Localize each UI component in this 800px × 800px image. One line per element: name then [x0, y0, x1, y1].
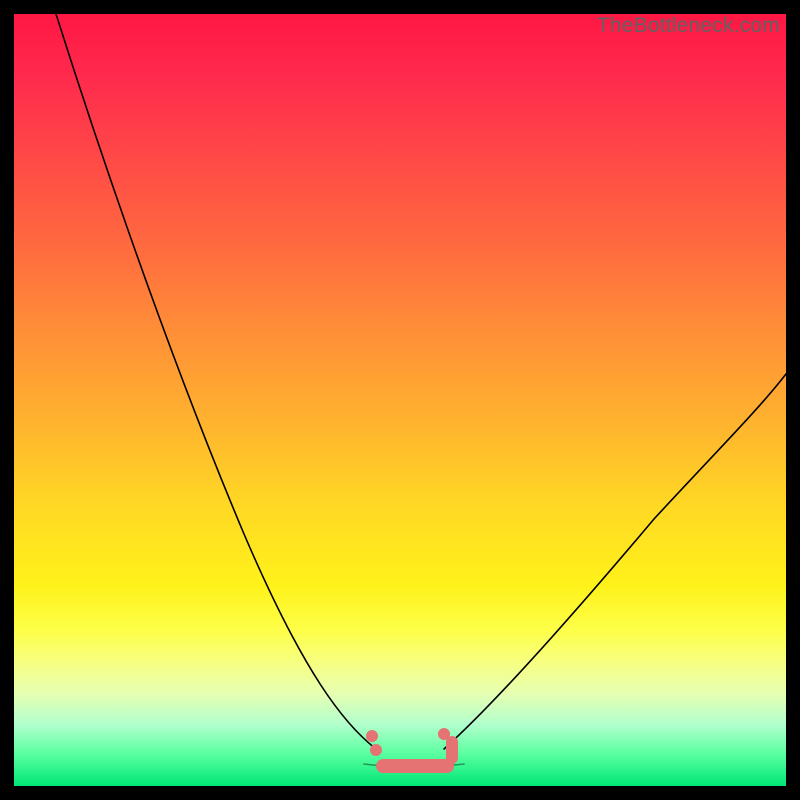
marker-right-blob [446, 736, 458, 764]
marker-dot-2 [370, 744, 382, 756]
curve-right-arm [444, 374, 786, 749]
marker-valley-pill [376, 759, 454, 773]
marker-dot-1 [366, 730, 378, 742]
chart-plot-area: TheBottleneck.com [14, 14, 786, 786]
curve-left-arm [56, 14, 376, 749]
bottleneck-curve [14, 14, 786, 786]
